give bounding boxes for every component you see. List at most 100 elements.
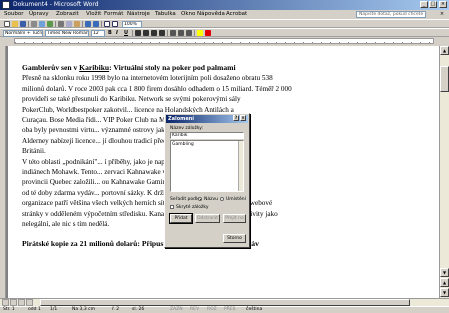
list-item[interactable]: Gambling <box>172 142 194 147</box>
paragraph-line: Přesně na sklonku roku 1998 bylo na inte… <box>22 74 273 83</box>
normal-view-icon[interactable] <box>2 299 9 306</box>
font-color-icon[interactable] <box>205 30 211 36</box>
add-button[interactable]: Přidat <box>170 214 192 223</box>
status-bar: Str. 1 odd 1 1/1 Na 3,3 cm ř. 2 sl. 26 Z… <box>0 306 449 313</box>
cut-icon[interactable] <box>58 21 64 27</box>
vertical-scroll-thumb[interactable] <box>440 66 449 92</box>
heading-1-end: : Virtuální stoly na poker pod palmami <box>109 63 236 72</box>
sort-by-label: Seřadit podle: <box>170 197 202 202</box>
style-select[interactable]: Normální + Tučné <box>3 30 43 37</box>
cancel-button[interactable]: Storno <box>223 234 246 243</box>
status-mode-ext[interactable]: ROZ <box>207 307 217 313</box>
underline-button[interactable]: U <box>124 30 128 37</box>
formatting-toolbar: Normální + Tučné Times New Roman 12 B I … <box>0 28 449 37</box>
sort-by-name-radio[interactable] <box>198 197 202 201</box>
menu-bar: Soubor Úpravy Zobrazit Vložit Formát Nás… <box>0 10 449 19</box>
new-icon[interactable] <box>4 21 10 27</box>
goto-button[interactable]: Přejít na <box>223 214 246 223</box>
menu-file[interactable]: Soubor <box>4 11 23 18</box>
document-close-button[interactable]: × <box>438 11 446 18</box>
align-center-icon[interactable] <box>143 30 149 36</box>
heading-1-start: Gamblerův sen v <box>22 63 80 72</box>
paste-icon[interactable] <box>74 21 80 27</box>
print-icon[interactable] <box>31 21 37 27</box>
next-page-icon[interactable]: ▼ <box>440 288 449 297</box>
help-question-box[interactable]: Napište dotaz, pokud chcete poradit <box>356 11 426 18</box>
preview-icon[interactable] <box>39 21 45 27</box>
paragraph-line: milionů dolarů. V roce 2003 pak cca 1 80… <box>22 84 292 93</box>
menu-help[interactable]: Nápověda <box>197 11 225 18</box>
dialog-help-button[interactable]: ? <box>233 115 239 121</box>
bold-button[interactable]: B <box>108 30 112 37</box>
align-left-icon[interactable] <box>135 30 141 36</box>
outline-view-icon[interactable] <box>26 299 33 306</box>
window-title: Dokument4 - Microsoft Word <box>13 1 99 8</box>
columns-icon[interactable] <box>112 21 118 27</box>
toolbar-separator <box>167 30 168 36</box>
menu-edit[interactable]: Úpravy <box>29 11 49 18</box>
menu-acrobat[interactable]: Acrobat <box>226 11 247 18</box>
menu-insert[interactable]: Vložit <box>86 11 101 18</box>
minimize-button[interactable]: _ <box>420 1 428 8</box>
status-page: Str. 1 <box>3 307 15 312</box>
bookmark-list-scrollbar[interactable] <box>238 141 243 191</box>
spell-icon[interactable] <box>47 21 53 27</box>
font-select[interactable]: Times New Roman <box>45 30 89 37</box>
status-mode-ovr[interactable]: PŘES <box>224 307 236 313</box>
web-view-icon[interactable] <box>10 299 17 306</box>
horizontal-scroll-thumb[interactable] <box>40 299 410 306</box>
status-pages: 1/1 <box>50 307 58 312</box>
prev-page-icon[interactable]: ▲ <box>440 278 449 287</box>
open-icon[interactable] <box>12 21 18 27</box>
highlight-icon[interactable] <box>197 30 203 36</box>
ruler-row <box>0 37 449 46</box>
save-icon[interactable] <box>20 21 26 27</box>
delete-button[interactable]: Odstranit <box>195 214 220 223</box>
sort-by-location-radio[interactable] <box>220 197 224 201</box>
horizontal-ruler[interactable] <box>14 38 434 44</box>
bookmark-list[interactable]: Gambling <box>170 140 244 192</box>
toolbar-separator <box>82 21 83 27</box>
close-button[interactable]: × <box>439 1 447 8</box>
toolbar-separator <box>55 21 56 27</box>
hidden-bookmarks-checkbox[interactable] <box>170 205 174 209</box>
dialog-close-button[interactable]: × <box>240 115 246 121</box>
status-position: Na 3,3 cm <box>72 307 95 312</box>
menu-view[interactable]: Zobrazit <box>56 11 79 18</box>
toolbar-separator <box>28 21 29 27</box>
vertical-scrollbar[interactable]: ▲ ▼ ▲ ▼ <box>439 46 449 298</box>
maximize-button[interactable]: □ <box>429 1 437 8</box>
sort-by-location-label: Umístění <box>226 197 246 202</box>
bullets-icon[interactable] <box>178 30 184 36</box>
redo-icon[interactable] <box>93 21 99 27</box>
scroll-down-icon[interactable]: ▼ <box>440 268 449 277</box>
table-icon[interactable] <box>104 21 110 27</box>
paragraph-line: provideři se také přesunuli do Karibiku.… <box>22 95 241 104</box>
italic-button[interactable]: I <box>116 30 118 37</box>
menu-format[interactable]: Formát <box>104 11 123 18</box>
justify-icon[interactable] <box>159 30 165 36</box>
font-size-select[interactable]: 12 <box>91 30 105 37</box>
horizontal-scrollbar[interactable] <box>0 298 449 306</box>
window-title-bar: Dokument4 - Microsoft Word <box>0 0 449 10</box>
status-language: čeština <box>246 307 263 312</box>
hidden-bookmarks-label: Skryté záložky <box>176 205 209 210</box>
numbering-icon[interactable] <box>170 30 176 36</box>
scroll-up-icon[interactable]: ▲ <box>440 46 449 55</box>
menu-table[interactable]: Tabulka <box>155 11 176 18</box>
menu-tools[interactable]: Nástroje <box>127 11 150 18</box>
zoom-select[interactable]: 100% <box>122 21 142 28</box>
bookmark-name-field[interactable]: Karibik <box>170 132 244 139</box>
status-mode-rec[interactable]: ZÁZN <box>170 307 183 313</box>
dialog-title: Zalomení <box>168 116 195 122</box>
status-section: odd 1 <box>28 307 41 312</box>
status-mode-trk[interactable]: REV <box>190 307 199 313</box>
undo-icon[interactable] <box>85 21 91 27</box>
align-right-icon[interactable] <box>151 30 157 36</box>
indent-icon[interactable] <box>186 30 192 36</box>
copy-icon[interactable] <box>66 21 72 27</box>
menu-window[interactable]: Okno <box>181 11 195 18</box>
standard-toolbar: 100% <box>0 19 449 28</box>
print-view-icon[interactable] <box>18 299 25 306</box>
bookmark-dialog: Zalomení ? × Název záložky: Karibik Gamb… <box>164 113 250 248</box>
